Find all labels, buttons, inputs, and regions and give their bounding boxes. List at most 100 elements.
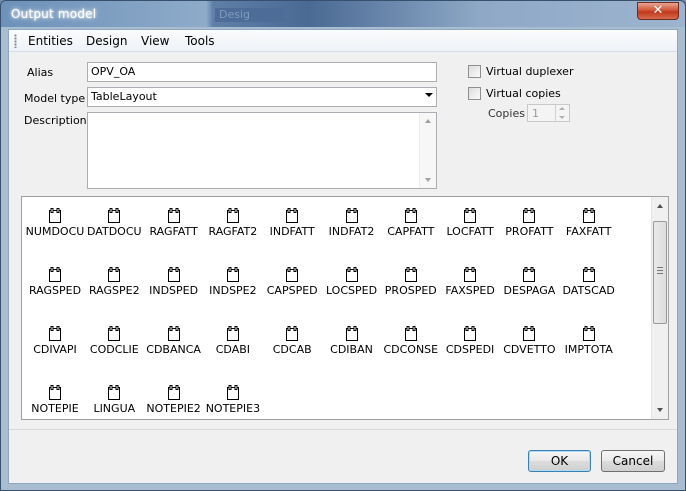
entity-item[interactable]: RAGSPED [24, 267, 86, 317]
entity-item[interactable]: RAGFATT [143, 208, 205, 258]
entity-item[interactable]: DESPAGA [498, 267, 560, 317]
entity-item[interactable]: INDFAT2 [321, 208, 383, 258]
virtual-duplexer-checkbox[interactable]: Virtual duplexer [468, 64, 588, 80]
background-window-title: Desig [215, 8, 285, 22]
entity-item[interactable]: CAPFATT [380, 208, 442, 258]
menu-entities[interactable]: Entities [28, 34, 73, 48]
table-icon [463, 326, 477, 342]
table-icon [522, 208, 536, 224]
entity-item[interactable]: INDSPED [143, 267, 205, 317]
entity-item[interactable]: CDABI [202, 326, 264, 376]
entity-item[interactable]: NUMDOCU [24, 208, 86, 258]
menu-tools[interactable]: Tools [185, 34, 215, 48]
model-type-select[interactable]: TableLayout [87, 87, 437, 107]
entity-item[interactable]: DATSCAD [558, 267, 620, 317]
entity-label: INDSPED [149, 284, 199, 297]
entity-label: DATSCAD [562, 284, 615, 297]
entity-item[interactable]: CDVETTO [498, 326, 560, 376]
entity-item[interactable]: INDFATT [261, 208, 323, 258]
ok-button[interactable]: OK [528, 450, 591, 472]
entity-scrollbar[interactable] [651, 197, 668, 419]
entity-label: FAXFATT [565, 225, 612, 238]
entity-item[interactable]: INDSPE2 [202, 267, 264, 317]
entity-item[interactable]: RAGSPE2 [83, 267, 145, 317]
entity-item[interactable]: NOTEPIE3 [202, 385, 264, 419]
table-icon [48, 326, 62, 342]
menu-design[interactable]: Design [86, 34, 127, 48]
entity-item[interactable]: CDIBAN [321, 326, 383, 376]
copies-stepper[interactable]: 1 [527, 104, 570, 122]
table-icon [404, 326, 418, 342]
scroll-down-icon[interactable] [657, 408, 663, 412]
stepper-up-icon[interactable] [559, 107, 565, 110]
entity-label: CDSPEDI [445, 343, 495, 356]
table-icon [167, 385, 181, 401]
entity-item[interactable]: CAPSPED [261, 267, 323, 317]
entity-label: CDIBAN [330, 343, 373, 356]
entity-label: CAPSPED [266, 284, 318, 297]
copies-stepper-buttons[interactable] [555, 105, 569, 121]
entity-item[interactable]: FAXSPED [439, 267, 501, 317]
table-icon [404, 208, 418, 224]
table-icon [48, 267, 62, 283]
cancel-button[interactable]: Cancel [601, 450, 665, 472]
entity-label: CDVETTO [503, 343, 556, 356]
entity-item[interactable]: CDCAB [261, 326, 323, 376]
table-icon [285, 267, 299, 283]
table-icon [582, 326, 596, 342]
entity-item[interactable]: LOCSPED [321, 267, 383, 317]
entity-label: NUMDOCU [25, 225, 85, 238]
entity-item[interactable]: CDIVAPI [24, 326, 86, 376]
table-icon [107, 385, 121, 401]
menu-bar: Entities Design View Tools [9, 30, 677, 52]
entity-label: PROSPED [384, 284, 437, 297]
entity-item[interactable]: IMPTOTA [558, 326, 620, 376]
table-icon [582, 208, 596, 224]
entity-item[interactable]: CDSPEDI [439, 326, 501, 376]
entity-item[interactable]: NOTEPIE2 [143, 385, 205, 419]
entity-item[interactable]: LOCFATT [439, 208, 501, 258]
description-scrollbar[interactable] [419, 113, 436, 188]
model-type-value: TableLayout [91, 90, 157, 103]
entity-label: CDCONSE [383, 343, 439, 356]
table-icon [522, 326, 536, 342]
description-textarea[interactable] [87, 112, 437, 189]
entity-label: NOTEPIE3 [205, 402, 261, 415]
description-label: Description [24, 114, 87, 127]
entity-label: CODCLIE [89, 343, 139, 356]
scrollbar-thumb[interactable] [653, 221, 667, 324]
scroll-up-icon[interactable] [425, 119, 431, 123]
close-button[interactable]: ✕ [637, 2, 679, 20]
entity-item[interactable]: PROSPED [380, 267, 442, 317]
entity-item[interactable]: DATDOCU [83, 208, 145, 258]
menu-view[interactable]: View [141, 34, 169, 48]
alias-input[interactable]: OPV_OA [87, 62, 437, 82]
table-icon [226, 267, 240, 283]
menu-grip-icon[interactable] [14, 34, 17, 48]
virtual-copies-checkbox[interactable]: Virtual copies [468, 86, 588, 102]
title-bar[interactable]: Output model Desig ✕ [1, 1, 685, 27]
entity-item[interactable]: CODCLIE [83, 326, 145, 376]
entity-item[interactable]: LINGUA [83, 385, 145, 419]
stepper-down-icon[interactable] [559, 116, 565, 119]
scroll-up-icon[interactable] [657, 204, 663, 208]
checkbox-box[interactable] [468, 87, 481, 100]
entity-item[interactable]: NOTEPIE [24, 385, 86, 419]
entity-item[interactable]: PROFATT [498, 208, 560, 258]
entity-label: IMPTOTA [564, 343, 613, 356]
table-icon [167, 267, 181, 283]
entity-item[interactable]: CDCONSE [380, 326, 442, 376]
entity-label: INDSPE2 [209, 284, 257, 297]
entity-label: LOCSPED [325, 284, 378, 297]
checkbox-box[interactable] [468, 65, 481, 78]
entity-label: CDIVAPI [33, 343, 77, 356]
alias-label: Alias [27, 66, 54, 79]
table-icon [463, 208, 477, 224]
entity-item[interactable]: CDBANCA [143, 326, 205, 376]
scroll-down-icon[interactable] [425, 178, 431, 182]
table-icon [345, 326, 359, 342]
entity-label: NOTEPIE2 [146, 402, 201, 415]
entity-item[interactable]: RAGFAT2 [202, 208, 264, 258]
table-icon [582, 267, 596, 283]
entity-item[interactable]: FAXFATT [558, 208, 620, 258]
